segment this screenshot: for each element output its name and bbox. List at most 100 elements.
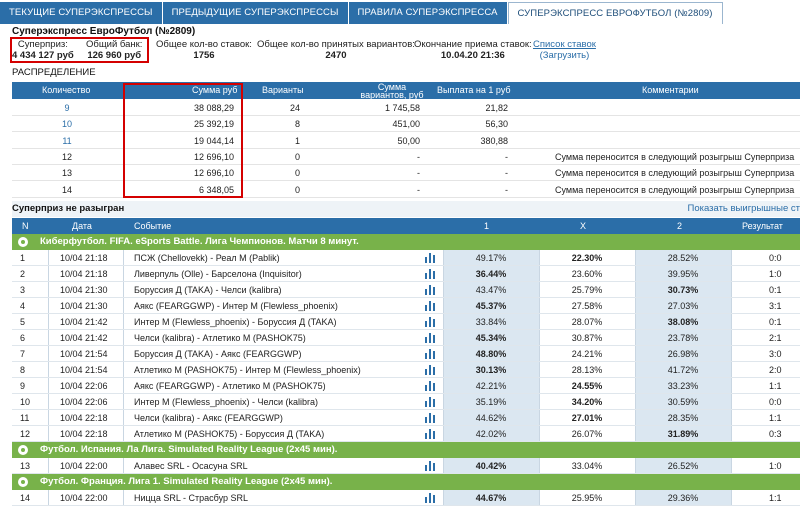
event-name: Атлетико М (PASHOK75) - Боруссия Д (TAKA… (134, 429, 325, 439)
event-date: 10/04 22:00 (60, 461, 108, 471)
prob-x: 25.95% (571, 493, 603, 503)
column-divider (731, 362, 732, 377)
group-header: Футбол. Испания. Ла Лига. Simulated Real… (12, 442, 800, 458)
prob-x: 34.20% (571, 397, 603, 407)
prob-x: 22.30% (571, 253, 603, 263)
dist-comment: Сумма переносится в следующий розыгрыш С… (555, 151, 795, 162)
soccer-ball-icon (18, 237, 28, 247)
stats-chart-icon[interactable] (425, 381, 437, 391)
stats-chart-icon[interactable] (425, 397, 437, 407)
soccer-ball-icon (18, 445, 28, 455)
show-winning-link[interactable]: Показать выигрышные ст (687, 201, 800, 217)
prob-2: 33.23% (667, 381, 699, 391)
highlight-box-sums (123, 83, 243, 198)
prob-x: 24.21% (571, 349, 603, 359)
bets-list-label[interactable]: Список ставок (533, 39, 596, 50)
column-divider (731, 378, 732, 393)
event-date: 10/04 21:18 (60, 253, 108, 263)
prob-x: 27.58% (571, 301, 603, 311)
group-title: Футбол. Франция. Лига 1. Simulated Reali… (40, 476, 333, 487)
tab-previous-superexpress[interactable]: ПРЕДЫДУЩИЕ СУПЕРЭКСПРЕССЫ (162, 2, 349, 24)
prob-1: 33.84% (475, 317, 507, 327)
event-number: 14 (20, 493, 31, 503)
event-result: 1:0 (769, 461, 782, 471)
stats-chart-icon[interactable] (425, 253, 437, 263)
prob-x: 33.04% (571, 461, 603, 471)
column-divider (123, 250, 124, 265)
event-number: 9 (20, 381, 26, 391)
prob-x: 26.07% (571, 429, 603, 439)
stats-chart-icon[interactable] (425, 333, 437, 343)
dist-payout: 21,82 (485, 103, 508, 113)
prob-2: 26.98% (667, 349, 699, 359)
col-2: 2 (677, 221, 683, 231)
dist-variants-sum: - (417, 184, 420, 195)
dist-variants: 0 (294, 168, 300, 179)
column-divider (731, 282, 732, 297)
event-name: Атлетико М (PASHOK75) - Интер М (Flewles… (134, 365, 361, 375)
dist-variants: 24 (289, 103, 300, 113)
stats-chart-icon[interactable] (425, 429, 437, 439)
event-result: 0:0 (769, 397, 782, 407)
column-divider (48, 330, 49, 345)
prob-x: 23.60% (571, 269, 603, 279)
event-row: 4 10/04 21:30 Аякс (FEARGGWP) - Интер М (F… (12, 298, 800, 314)
stats-chart-icon[interactable] (425, 285, 437, 295)
column-divider (48, 490, 49, 505)
stats-chart-icon[interactable] (425, 317, 437, 327)
prob-1: 44.67% (475, 493, 507, 503)
event-date: 10/04 21:30 (60, 285, 108, 295)
event-date: 10/04 22:00 (60, 493, 108, 503)
event-number: 4 (20, 301, 26, 311)
group-title: Футбол. Испания. Ла Лига. Simulated Real… (40, 444, 338, 455)
column-divider (731, 346, 732, 361)
stats-chart-icon[interactable] (425, 301, 437, 311)
stats-chart-icon[interactable] (425, 349, 437, 359)
dist-variants: 8 (294, 119, 300, 130)
event-result: 3:1 (769, 301, 782, 311)
event-date: 10/04 21:42 (60, 333, 108, 343)
column-divider (731, 426, 732, 441)
events-header: N Дата Событие 1 X 2 Результат (12, 218, 800, 234)
stats-chart-icon[interactable] (425, 365, 437, 375)
tab-rules[interactable]: ПРАВИЛА СУПЕРЭКСПРЕССА (348, 2, 508, 24)
prob-1: 49.17% (475, 253, 507, 263)
prob-2: 30.73% (667, 285, 699, 295)
column-divider (123, 410, 124, 425)
prob-x: 28.07% (571, 317, 603, 327)
event-date: 10/04 21:42 (60, 317, 108, 327)
dist-variants-sum: - (417, 151, 420, 162)
variants-value: 2470 (325, 50, 347, 61)
prob-2: 23.78% (667, 333, 699, 343)
dist-payout: 380,88 (480, 135, 508, 146)
event-row: 8 10/04 21:54 Атлетико М (PASHOK75) - Инте… (12, 362, 800, 378)
bets-list-load[interactable]: (Загрузить) (533, 50, 596, 61)
dist-count[interactable]: 11 (60, 133, 74, 149)
dist-comment: Сумма переносится в следующий розыгрыш С… (555, 168, 795, 179)
col-comments: Комментарии (642, 85, 699, 95)
tab-current-superexpress[interactable]: ТЕКУЩИЕ СУПЕРЭКСПРЕССЫ (0, 2, 163, 24)
event-date: 10/04 22:06 (60, 381, 108, 391)
superprize-status: Суперприз не разыгран (12, 203, 125, 214)
event-name: Интер М (Flewless_phoenix) - Челси (kali… (134, 397, 318, 407)
column-divider (123, 346, 124, 361)
prob-x: 28.13% (571, 365, 603, 375)
event-name: Челси (kalibra) - Атлетико М (PASHOK75) (134, 333, 306, 343)
dist-variants-sum: 1 745,58 (384, 103, 420, 113)
prob-1: 45.37% (475, 301, 507, 311)
bets-list-link[interactable]: Список ставок (Загрузить) (533, 39, 596, 61)
event-name: Интер М (Flewless_phoenix) - Боруссия Д … (134, 317, 337, 327)
dist-count[interactable]: 9 (60, 100, 74, 116)
prob-2: 26.52% (667, 461, 699, 471)
stats-chart-icon[interactable] (425, 461, 437, 471)
stats-chart-icon[interactable] (425, 493, 437, 503)
dist-count[interactable]: 10 (60, 116, 74, 132)
event-date: 10/04 22:18 (60, 429, 108, 439)
stats-chart-icon[interactable] (425, 413, 437, 423)
event-result: 1:1 (769, 493, 782, 503)
column-divider (731, 298, 732, 313)
event-number: 1 (20, 253, 26, 263)
stats-chart-icon[interactable] (425, 269, 437, 279)
tab-eurofootball[interactable]: СУПЕРЭКСПРЕСС ЕВРОФУТБОЛ (№2809) (507, 2, 723, 24)
col-variants-sum: Сумма вариантов, руб (360, 82, 424, 100)
